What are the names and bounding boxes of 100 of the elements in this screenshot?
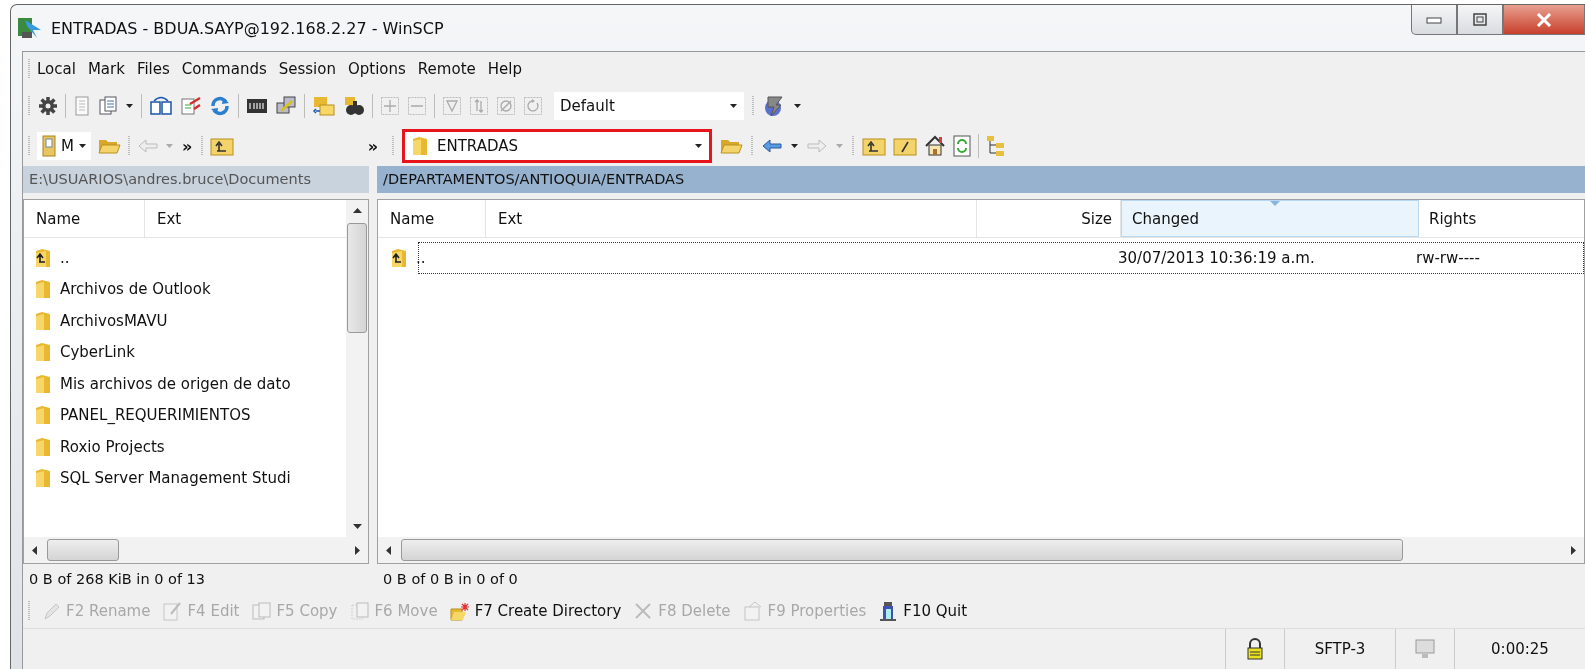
home-icon[interactable] bbox=[924, 135, 946, 157]
compare-icon[interactable] bbox=[149, 96, 173, 116]
menu-item[interactable]: Commands bbox=[175, 60, 273, 78]
grip-icon[interactable] bbox=[27, 58, 31, 80]
grip-icon[interactable] bbox=[391, 135, 395, 157]
parent-folder-icon[interactable] bbox=[34, 247, 52, 268]
scroll-down-icon[interactable] bbox=[352, 524, 362, 529]
plus-icon[interactable] bbox=[380, 96, 400, 116]
directory-dropdown[interactable]: ENTRADAS bbox=[402, 129, 712, 163]
chevron-button[interactable]: » bbox=[179, 136, 195, 156]
caret-icon[interactable] bbox=[694, 143, 703, 149]
move-icon bbox=[349, 601, 370, 621]
minus-icon[interactable] bbox=[407, 96, 427, 116]
gear-icon[interactable] bbox=[38, 96, 58, 116]
column-header[interactable]: Rights bbox=[1419, 200, 1584, 237]
scroll-thumb[interactable] bbox=[401, 539, 1403, 561]
folder-icon[interactable] bbox=[893, 136, 917, 156]
documents-icon[interactable] bbox=[98, 96, 118, 116]
column-header[interactable]: Name bbox=[24, 200, 145, 237]
menu-item[interactable]: Session bbox=[272, 60, 342, 78]
grip-icon[interactable] bbox=[750, 135, 754, 157]
parent-folder-icon[interactable] bbox=[862, 136, 886, 156]
refresh-icon[interactable] bbox=[953, 135, 971, 157]
app-icon bbox=[17, 16, 43, 40]
scroll-right-icon[interactable] bbox=[355, 545, 360, 555]
vertical-scrollbar[interactable] bbox=[346, 200, 368, 537]
computers-icon[interactable] bbox=[275, 95, 297, 117]
column-header[interactable]: Name bbox=[378, 200, 486, 237]
menu-item[interactable]: Remote bbox=[411, 60, 482, 78]
selection-status: 0 B of 0 B in 0 of 0 bbox=[382, 570, 519, 589]
minimize-button[interactable] bbox=[1411, 5, 1457, 35]
close-button[interactable] bbox=[1503, 5, 1585, 35]
grip-icon[interactable] bbox=[751, 95, 755, 117]
caret-icon[interactable] bbox=[729, 103, 738, 109]
scroll-up-icon[interactable] bbox=[352, 208, 362, 213]
swap-icon[interactable] bbox=[469, 96, 489, 116]
tree-icon[interactable] bbox=[986, 135, 1006, 157]
scroll-thumb[interactable] bbox=[47, 539, 119, 561]
horizontal-scrollbar[interactable] bbox=[378, 537, 1584, 563]
chevron-button[interactable]: » bbox=[365, 136, 380, 156]
file-row[interactable]: ArchivosMAVU bbox=[24, 310, 168, 331]
command-button[interactable]: F7 Create Directory bbox=[447, 601, 624, 621]
scroll-right-icon[interactable] bbox=[1571, 545, 1576, 555]
grip-icon[interactable] bbox=[126, 135, 131, 157]
file-row[interactable]: .. bbox=[24, 247, 70, 268]
menu-item[interactable]: Options bbox=[341, 60, 412, 78]
menu-item[interactable]: Mark bbox=[81, 60, 131, 78]
grip-icon[interactable] bbox=[27, 95, 31, 117]
synchronize-icon[interactable] bbox=[180, 96, 202, 116]
column-header[interactable]: Changed bbox=[1121, 200, 1419, 237]
column-header[interactable]: Ext bbox=[145, 200, 346, 237]
window-title: ENTRADAS - BDUA.SAYP@192.168.2.27 - WinSCP bbox=[51, 18, 444, 38]
binoculars-icon[interactable] bbox=[343, 95, 365, 117]
menu-item[interactable]: Help bbox=[481, 60, 528, 78]
pencil-icon bbox=[41, 601, 61, 621]
parent-folder-icon[interactable] bbox=[210, 136, 235, 156]
grip-icon[interactable] bbox=[851, 135, 855, 157]
maximize-icon bbox=[1472, 12, 1488, 27]
maximize-button[interactable] bbox=[1457, 5, 1503, 35]
scroll-left-icon[interactable] bbox=[32, 545, 37, 555]
drive-selector[interactable]: M bbox=[37, 132, 91, 160]
document-icon[interactable] bbox=[73, 96, 91, 116]
drive-icon[interactable] bbox=[41, 135, 57, 157]
terminal-icon[interactable] bbox=[246, 97, 268, 115]
menu-item[interactable]: Files bbox=[130, 60, 176, 78]
filter-icon[interactable] bbox=[442, 96, 462, 116]
folders-icon[interactable] bbox=[312, 95, 336, 117]
file-row[interactable]: Archivos de Outlook bbox=[24, 279, 211, 300]
parent-folder-icon[interactable] bbox=[390, 247, 408, 268]
grip-icon[interactable] bbox=[27, 135, 31, 157]
refresh-icon[interactable] bbox=[209, 95, 231, 117]
file-row[interactable]: CyberLink bbox=[24, 342, 135, 363]
forward-arrow-icon[interactable] bbox=[806, 139, 828, 153]
caret-icon[interactable] bbox=[125, 103, 134, 109]
globe-icon[interactable] bbox=[762, 95, 786, 117]
scroll-thumb[interactable] bbox=[347, 223, 367, 333]
clear-icon[interactable] bbox=[496, 96, 516, 116]
grip-icon[interactable] bbox=[200, 135, 205, 157]
caret-icon[interactable] bbox=[77, 143, 87, 149]
scroll-left-icon[interactable] bbox=[386, 545, 391, 555]
caret-icon[interactable] bbox=[793, 103, 802, 109]
sort-arrow-icon bbox=[1270, 201, 1280, 206]
caret-icon[interactable] bbox=[790, 143, 799, 149]
restore-icon[interactable] bbox=[523, 96, 543, 116]
column-header[interactable]: Ext bbox=[486, 200, 977, 237]
command-button[interactable]: F10 Quit bbox=[876, 601, 970, 621]
elapsed-time: 0:00:25 bbox=[1491, 640, 1549, 658]
protocol-label: SFTP-3 bbox=[1314, 640, 1366, 658]
file-row[interactable]: Mis archivos de origen de dato bbox=[24, 373, 291, 394]
grip-icon[interactable] bbox=[27, 600, 31, 622]
file-row[interactable]: Roxio Projects bbox=[24, 436, 165, 457]
new-folder-icon bbox=[449, 601, 470, 621]
lock-icon bbox=[1246, 638, 1264, 660]
modified-date: 30/07/2013 10:36:19 a.m. bbox=[1118, 248, 1315, 267]
back-arrow-icon[interactable] bbox=[761, 139, 783, 153]
menu-item[interactable]: Local bbox=[31, 60, 82, 78]
file-row[interactable]: PANEL_REQUERIMIENTOS bbox=[24, 405, 251, 426]
transfer-settings-dropdown[interactable]: Default bbox=[554, 92, 744, 120]
horizontal-scrollbar[interactable] bbox=[24, 537, 368, 563]
file-row[interactable]: SQL Server Management Studi bbox=[24, 468, 291, 489]
